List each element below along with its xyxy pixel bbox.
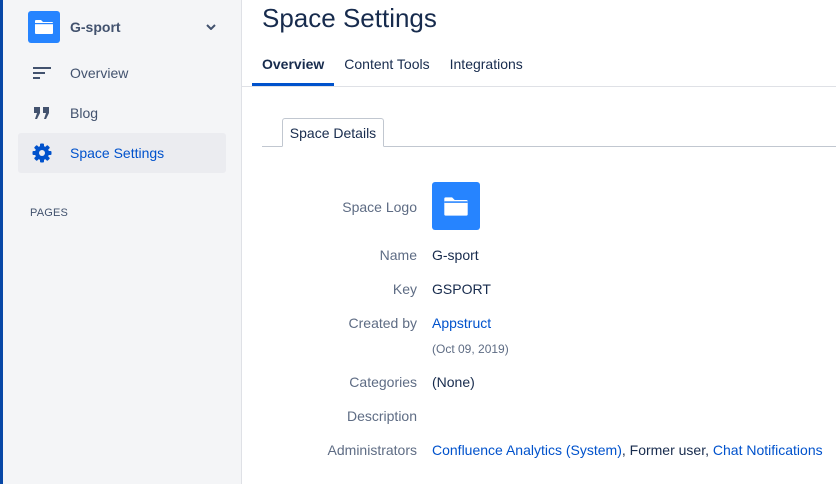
settings-tabs: Overview Content Tools Integrations [252, 48, 533, 86]
sidebar: G-sport Overview Blog Space Settings PAG… [3, 0, 242, 484]
description-label: Description [346, 408, 417, 424]
categories-label: Categories [349, 374, 417, 390]
pages-section-heading: PAGES [30, 207, 69, 219]
space-switcher[interactable]: G-sport [28, 11, 218, 43]
quote-icon [31, 102, 53, 124]
space-logo-label: Space Logo [342, 199, 417, 215]
admin-separator: , [621, 442, 630, 458]
admin-link-chat-notifications[interactable]: Chat Notifications [713, 442, 823, 458]
sidebar-item-overview[interactable]: Overview [18, 53, 226, 93]
admin-former-user: Former user [629, 442, 706, 458]
categories-value: (None) [432, 374, 475, 390]
tab-content-tools[interactable]: Content Tools [334, 48, 439, 86]
tab-overview[interactable]: Overview [252, 48, 335, 86]
gear-icon [31, 142, 53, 164]
administrators-list: Confluence Analytics (System), Former us… [432, 442, 823, 458]
sidebar-item-blog[interactable]: Blog [18, 93, 226, 133]
administrators-label: Administrators [327, 442, 417, 458]
key-label: Key [392, 281, 417, 297]
creator-link[interactable]: Appstruct [432, 315, 491, 331]
admin-link-confluence-analytics[interactable]: Confluence Analytics (System) [432, 442, 622, 458]
admin-separator: , [705, 442, 713, 458]
sidebar-item-label: Blog [70, 105, 99, 121]
sidebar-item-space-settings[interactable]: Space Settings [18, 133, 226, 173]
space-key-value: GSPORT [432, 281, 491, 297]
space-avatar-icon [28, 11, 60, 43]
tab-integrations[interactable]: Integrations [440, 48, 533, 86]
tab-space-details[interactable]: Space Details [282, 118, 384, 147]
space-logo-icon [432, 182, 480, 230]
chevron-down-icon[interactable] [204, 20, 218, 34]
page-title: Space Settings [262, 3, 437, 33]
overview-icon [31, 62, 53, 84]
created-date: (Oct 09, 2019) [432, 342, 509, 356]
created-by-label: Created by [348, 315, 417, 331]
sidebar-item-label: Space Settings [70, 145, 165, 161]
space-name: G-sport [70, 19, 121, 35]
sidebar-item-label: Overview [70, 65, 129, 81]
space-name-value: G-sport [432, 247, 479, 263]
tabs-divider [242, 86, 836, 87]
name-label: Name [379, 247, 417, 263]
